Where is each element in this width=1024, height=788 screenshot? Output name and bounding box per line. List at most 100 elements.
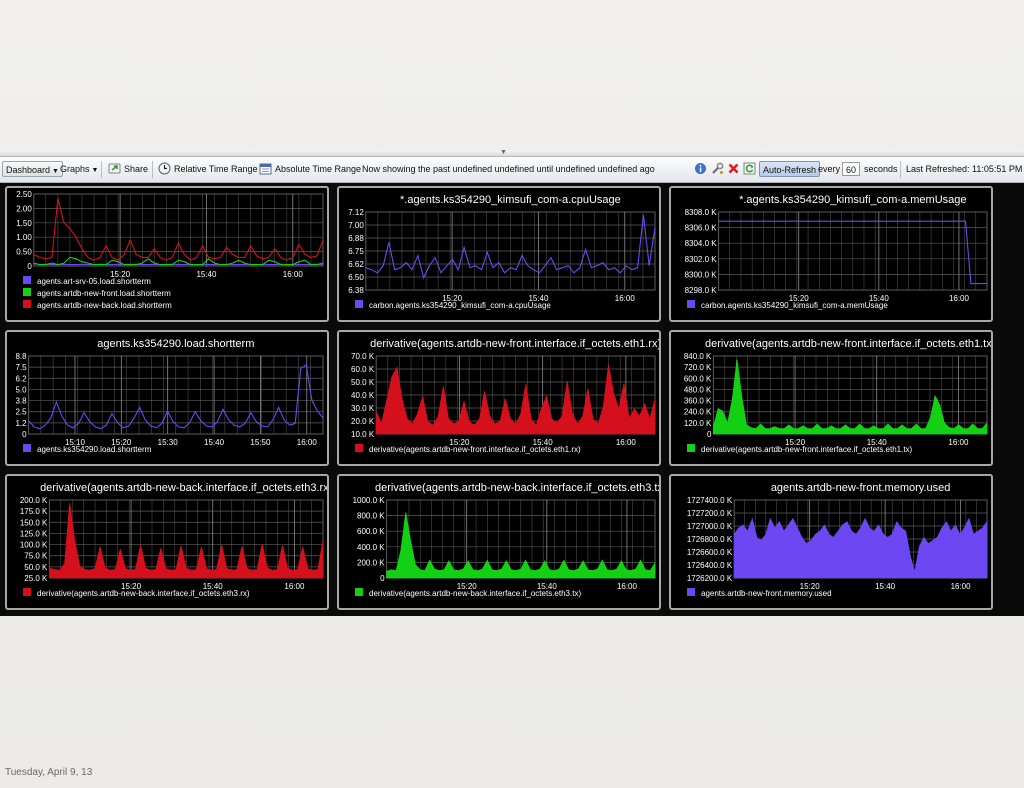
settings-button[interactable]: [711, 161, 727, 177]
graph-panel[interactable]: derivative(agents.artdb-new-front.interf…: [669, 330, 993, 466]
legend-label: agents.artdb-new-back.load.shortterm: [37, 301, 172, 310]
y-tick-label: 6.75: [348, 247, 364, 256]
y-tick-label: 6.50: [348, 273, 364, 282]
legend-label: carbon.agents.ks354290_kimsufi_com-a.mem…: [701, 301, 888, 310]
remove-button[interactable]: [727, 161, 743, 177]
legend-swatch: [23, 276, 31, 284]
share-button[interactable]: Share: [108, 161, 148, 177]
graph-svg: 2.502.001.501.000.50015:20 15:40 16:00agen…: [16, 190, 324, 310]
graph-panel[interactable]: derivative(agents.artdb-new-back.interfa…: [5, 474, 329, 610]
y-tick-label: 200.0 K: [20, 496, 48, 505]
legend-label: derivative(agents.artdb-new-front.interf…: [369, 445, 581, 454]
y-tick-label: 8304.0 K: [685, 239, 718, 248]
y-tick-label: 360.0 K: [684, 397, 712, 406]
dashboard-menu-button[interactable]: Dashboard ▼: [2, 161, 63, 177]
graph-panel[interactable]: *.agents.ks354290_kimsufi_com-a.memUsage…: [669, 186, 993, 322]
y-tick-label: 8300.0 K: [685, 270, 718, 279]
graph-title: *.agents.ks354290_kimsufi_com-a.memUsage: [739, 194, 966, 206]
graph-svg: derivative(agents.artdb-new-back.interfa…: [20, 482, 327, 598]
legend-label: agents.ks354290.load.shortterm: [37, 445, 152, 454]
close-icon: [728, 163, 739, 174]
x-tick-label: 16:00: [616, 438, 637, 447]
x-tick-label: 16:00: [297, 438, 318, 447]
graphs-label: Graphs: [60, 164, 90, 174]
absolute-time-range-button[interactable]: Absolute Time Range: [259, 161, 361, 177]
y-tick-label: 40.0 K: [351, 391, 375, 400]
y-tick-label: 480.0 K: [684, 385, 712, 394]
y-tick-label: 1.00: [16, 233, 32, 242]
toolbar-divider: [152, 161, 153, 178]
refresh-interval-input[interactable]: 60: [842, 162, 860, 176]
share-label: Share: [124, 164, 149, 174]
y-tick-label: 175.0 K: [20, 507, 48, 516]
graph-svg: *.agents.ks354290_kimsufi_com-a.memUsage…: [685, 194, 988, 310]
graph-title: derivative(agents.artdb-new-front.interf…: [705, 338, 991, 350]
x-tick-label: 16:00: [617, 582, 638, 591]
y-tick-label: 6.62: [348, 260, 364, 269]
x-tick-label: 15:40: [196, 270, 217, 279]
x-tick-label: 15:40: [204, 438, 225, 447]
time-status-text: Now showing the past undefined undefined…: [362, 164, 655, 174]
y-tick-label: 1727200.0 K: [687, 509, 733, 518]
graph-panel[interactable]: derivative(agents.artdb-new-back.interfa…: [337, 474, 661, 610]
absolute-time-label: Absolute Time Range: [275, 164, 362, 174]
y-tick-label: 6.2: [15, 374, 27, 383]
legend-swatch: [687, 300, 695, 308]
y-tick-label: 1000.0 K: [353, 496, 386, 505]
y-tick-label: 720.0 K: [684, 363, 712, 372]
y-tick-label: 8302.0 K: [685, 255, 718, 264]
y-tick-label: 0.50: [16, 248, 32, 257]
y-tick-label: 1726800.0 K: [687, 535, 733, 544]
x-tick-label: 16:00: [949, 294, 970, 303]
y-tick-label: 600.0 K: [357, 527, 385, 536]
series-area: [733, 517, 988, 579]
toolbar: Dashboard ▼ Graphs ▼ Share Relative Time R…: [0, 157, 1024, 183]
y-tick-label: 0: [27, 262, 32, 271]
relative-time-range-button[interactable]: Relative Time Range: [158, 161, 258, 177]
y-tick-label: 150.0 K: [20, 518, 48, 527]
graph-title: derivative(agents.artdb-new-front.interf…: [370, 338, 659, 350]
legend-label: carbon.agents.ks354290_kimsufi_com-a.cpu…: [369, 301, 551, 310]
y-tick-label: 800.0 K: [357, 512, 385, 521]
y-tick-label: 75.0 K: [24, 552, 48, 561]
every-label: every: [818, 164, 841, 174]
y-tick-label: 50.0 K: [24, 563, 48, 572]
chevron-down-icon: ▼: [52, 168, 59, 175]
info-button[interactable]: [694, 161, 710, 177]
graph-title: agents.artdb-new-front.memory.used: [771, 482, 951, 494]
graph-svg: derivative(agents.artdb-new-front.interf…: [351, 338, 659, 454]
y-tick-label: 120.0 K: [684, 419, 712, 428]
y-tick-label: 2.00: [16, 204, 32, 213]
graph-panel[interactable]: agents.ks354290.load.shortterm 8.8 7.5 6.2 5…: [5, 330, 329, 466]
graph-panel[interactable]: *.agents.ks354290_kimsufi_com-a.cpuUsage…: [337, 186, 661, 322]
y-tick-label: 8306.0 K: [685, 224, 718, 233]
legend-label: agents.artdb-new-front.memory.used: [701, 589, 832, 598]
graph-panel[interactable]: derivative(agents.artdb-new-front.interf…: [337, 330, 661, 466]
graph-panel[interactable]: 2.50 2.00 1.50 1.00 0.50 0 15:20 15:40 16:00 agen…: [5, 186, 329, 322]
auto-refresh-toggle[interactable]: Auto-Refresh: [759, 161, 821, 177]
graph-svg: *.agents.ks354290_kimsufi_com-a.cpuUsage…: [348, 194, 656, 310]
graph-svg: derivative(agents.artdb-new-back.interfa…: [353, 482, 659, 598]
panel-splitter[interactable]: ▼: [0, 149, 1024, 157]
y-tick-label: 30.0 K: [351, 404, 375, 413]
y-tick-label: 1727000.0 K: [687, 522, 733, 531]
graph-title: derivative(agents.artdb-new-back.interfa…: [375, 482, 659, 494]
y-tick-label: 2.5: [15, 408, 27, 417]
y-tick-label: 0: [22, 430, 27, 439]
refresh-button[interactable]: [743, 161, 759, 177]
y-tick-label: 1727400.0 K: [687, 496, 733, 505]
x-tick-label: 15:30: [158, 438, 179, 447]
calendar-icon: [259, 163, 272, 175]
y-tick-label: 7.12: [348, 208, 364, 217]
slide-date-caption: Tuesday, April 9, 13: [5, 767, 93, 778]
y-tick-label: 600.0 K: [684, 374, 712, 383]
legend-swatch: [23, 300, 31, 308]
last-refreshed-text: Last Refreshed: 11:05:51 PM: [906, 164, 1023, 174]
graph-panel[interactable]: agents.artdb-new-front.memory.used 172740…: [669, 474, 993, 610]
legend-label: agents.art-srv-05.load.shortterm: [37, 277, 151, 286]
y-tick-label: 125.0 K: [20, 529, 48, 538]
graphs-menu-button[interactable]: Graphs ▼: [60, 161, 98, 177]
info-icon: [695, 163, 706, 174]
legend-label: derivative(agents.artdb-new-back.interfa…: [37, 589, 250, 598]
y-tick-label: 6.38: [348, 286, 364, 295]
